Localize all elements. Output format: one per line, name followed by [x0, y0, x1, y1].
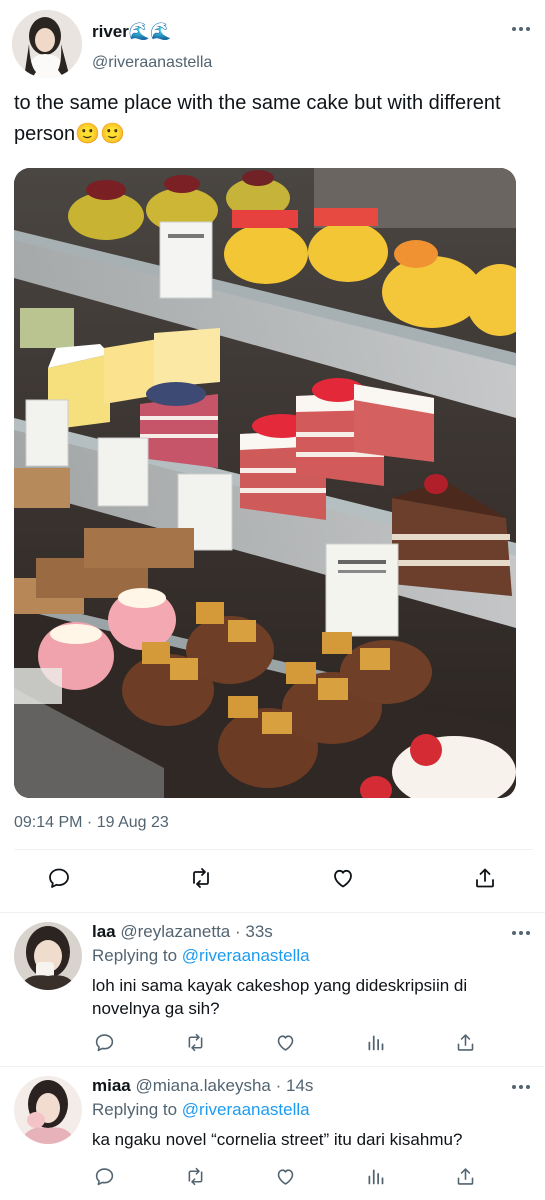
analytics-icon — [368, 1169, 383, 1184]
tweet-action-bar — [0, 862, 545, 902]
tweet-timestamp: 09:14 PM · 19 Aug 23 — [14, 814, 169, 831]
reply-action-bar — [0, 1160, 545, 1194]
reply-icon — [95, 1167, 113, 1185]
divider — [0, 912, 545, 913]
like-button[interactable] — [327, 862, 359, 894]
reply-icon — [95, 1033, 113, 1051]
reply-button[interactable] — [88, 1160, 120, 1192]
like-icon — [334, 869, 352, 888]
mention-link[interactable]: @riveraanastella — [182, 946, 310, 965]
reply-author-handle[interactable]: @reylazanetta — [120, 922, 230, 941]
more-options-icon[interactable] — [509, 24, 533, 34]
like-button[interactable] — [269, 1160, 301, 1192]
replying-to: Replying to @riveraanastella — [92, 1100, 310, 1120]
like-icon — [277, 1168, 293, 1185]
retweet-icon — [188, 1033, 202, 1051]
more-options-icon[interactable] — [509, 928, 533, 938]
replying-to: Replying to @riveraanastella — [92, 946, 310, 966]
reply-author-name[interactable]: miaa — [92, 1076, 131, 1095]
reply-icon — [49, 868, 69, 888]
reply-text: ka ngaku novel “cornelia street” itu dar… — [92, 1130, 463, 1149]
cake-display-image — [14, 168, 516, 798]
reply-tweet[interactable]: laa @reylazanetta · 33s Replying to @riv… — [0, 922, 545, 1062]
avatar-photo — [14, 922, 82, 990]
reply-time: · 33s — [234, 922, 273, 941]
reply-text: loh ini sama kayak cakeshop yang dideskr… — [92, 976, 468, 1018]
retweet-button[interactable] — [179, 1160, 211, 1192]
tweet-header: river🌊🌊 @riveraanastella — [12, 10, 533, 80]
reply-button[interactable] — [43, 862, 75, 894]
reply-author-handle[interactable]: @miana.lakeysha — [135, 1076, 270, 1095]
analytics-button[interactable] — [359, 1026, 391, 1058]
mention-link[interactable]: @riveraanastella — [182, 1100, 310, 1119]
avatar[interactable] — [14, 1076, 82, 1144]
tweet-photo[interactable] — [14, 168, 516, 798]
reply-time: · 14s — [275, 1076, 314, 1095]
tweet-text: to the same place with the same cake but… — [14, 92, 501, 145]
more-options-icon[interactable] — [509, 1082, 533, 1092]
author-name[interactable]: river🌊🌊 — [92, 22, 171, 42]
avatar-photo — [14, 1076, 82, 1144]
share-icon — [457, 1167, 473, 1185]
divider — [14, 849, 533, 850]
avatar[interactable] — [14, 922, 82, 990]
divider — [0, 1066, 545, 1067]
share-button[interactable] — [449, 1026, 481, 1058]
avatar-photo — [12, 10, 82, 78]
avatar[interactable] — [12, 10, 82, 78]
reply-tweet[interactable]: miaa @miana.lakeysha · 14s Replying to @… — [0, 1076, 545, 1200]
replying-to-label: Replying to — [92, 1100, 178, 1119]
like-button[interactable] — [269, 1026, 301, 1058]
share-icon — [457, 1033, 473, 1051]
share-button[interactable] — [449, 1160, 481, 1192]
analytics-icon — [368, 1035, 383, 1050]
reply-meta: laa @reylazanetta · 33s — [92, 922, 273, 942]
retweet-icon — [193, 868, 209, 888]
replying-to-label: Replying to — [92, 946, 178, 965]
author-handle[interactable]: @riveraanastella — [92, 54, 212, 72]
retweet-icon — [188, 1167, 202, 1185]
retweet-button[interactable] — [185, 862, 217, 894]
analytics-button[interactable] — [359, 1160, 391, 1192]
reply-meta: miaa @miana.lakeysha · 14s — [92, 1076, 313, 1096]
retweet-button[interactable] — [179, 1026, 211, 1058]
reply-author-name[interactable]: laa — [92, 922, 116, 941]
share-button[interactable] — [469, 862, 501, 894]
reply-action-bar — [0, 1026, 545, 1060]
share-icon — [476, 868, 494, 888]
reply-button[interactable] — [88, 1026, 120, 1058]
like-icon — [277, 1034, 293, 1051]
